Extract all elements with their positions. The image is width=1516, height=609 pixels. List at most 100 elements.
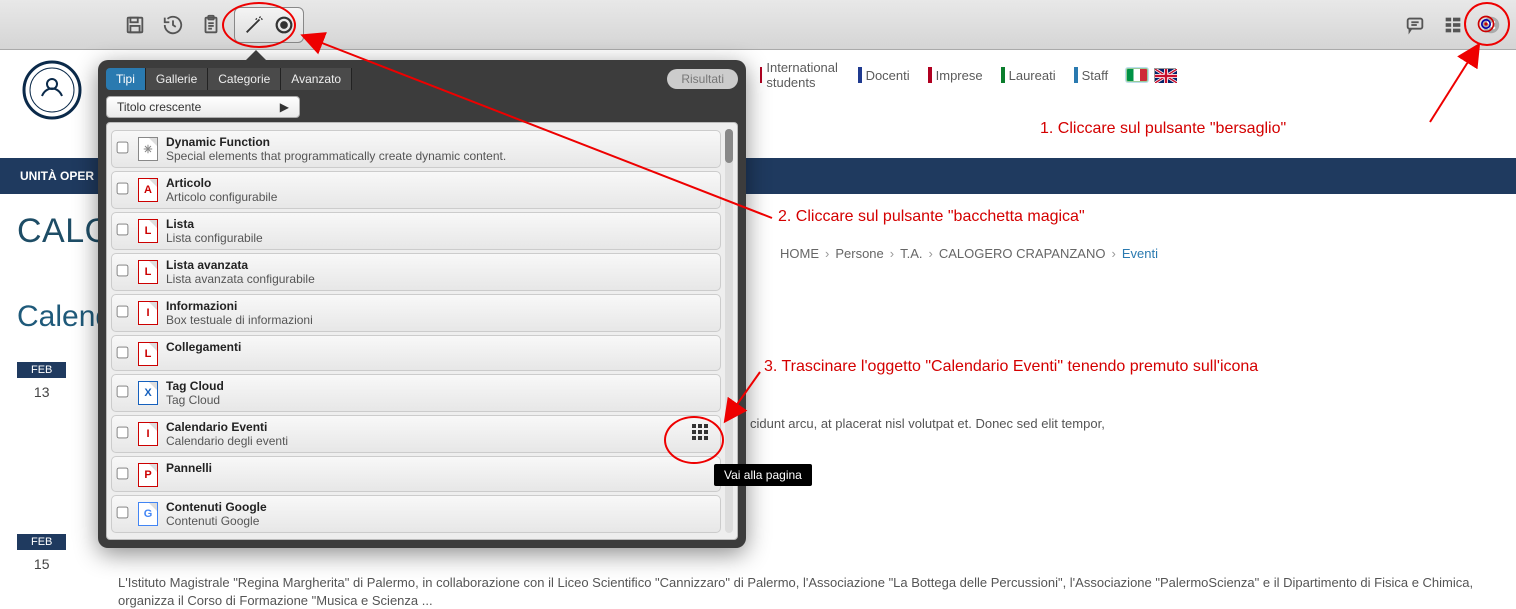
nav-item[interactable]: Imprese bbox=[928, 60, 983, 90]
row-desc: Articolo configurabile bbox=[166, 190, 712, 204]
insert-flyout: Tipi Gallerie Categorie Avanzato Risulta… bbox=[98, 60, 746, 548]
row-checkbox-wrap bbox=[116, 340, 134, 362]
row-checkbox-wrap bbox=[116, 500, 134, 522]
row-title: Contenuti Google bbox=[166, 500, 712, 514]
wand-button-group bbox=[234, 7, 304, 43]
row-text: Calendario EventiCalendario degli eventi bbox=[166, 420, 712, 448]
row-desc: Contenuti Google bbox=[166, 514, 712, 528]
row-checkbox[interactable] bbox=[117, 507, 129, 519]
type-row[interactable]: GContenuti GoogleContenuti Google bbox=[111, 495, 721, 533]
row-checkbox[interactable] bbox=[117, 427, 129, 439]
row-desc: Lista configurabile bbox=[166, 231, 712, 245]
row-text: Contenuti GoogleContenuti Google bbox=[166, 500, 712, 528]
row-text: ArticoloArticolo configurabile bbox=[166, 176, 712, 204]
tooltip: Vai alla pagina bbox=[714, 464, 812, 486]
history-icon[interactable] bbox=[158, 10, 188, 40]
nav-bar-icon bbox=[928, 67, 932, 83]
row-text: Pannelli bbox=[166, 461, 712, 475]
crumb-name[interactable]: CALOGERO CRAPANZANO bbox=[939, 246, 1106, 261]
nav-item[interactable]: Docenti bbox=[858, 60, 910, 90]
type-icon: L bbox=[138, 342, 158, 366]
row-checkbox-wrap bbox=[116, 217, 134, 239]
row-title: Lista avanzata bbox=[166, 258, 712, 272]
row-title: Pannelli bbox=[166, 461, 712, 475]
nav-item-label: Staff bbox=[1082, 68, 1109, 83]
wand-icon[interactable] bbox=[239, 10, 269, 40]
row-title: Collegamenti bbox=[166, 340, 712, 354]
row-checkbox[interactable] bbox=[117, 224, 129, 236]
flag-it-icon[interactable] bbox=[1126, 68, 1148, 82]
month-label: FEB bbox=[17, 362, 66, 378]
crumb-ta[interactable]: T.A. bbox=[900, 246, 922, 261]
type-icon: ✳ bbox=[138, 137, 158, 161]
row-desc: Box testuale di informazioni bbox=[166, 313, 712, 327]
crumb-persone[interactable]: Persone bbox=[835, 246, 883, 261]
nav-item[interactable]: International students bbox=[760, 60, 840, 90]
date-badge-1: FEB 13 bbox=[17, 362, 66, 406]
target-icon[interactable] bbox=[1468, 6, 1504, 42]
crumb-current: Eventi bbox=[1122, 246, 1158, 261]
save-icon[interactable] bbox=[120, 10, 150, 40]
tab-categorie[interactable]: Categorie bbox=[208, 68, 281, 90]
university-logo bbox=[22, 60, 82, 120]
row-text: Lista avanzataLista avanzata configurabi… bbox=[166, 258, 712, 286]
row-checkbox[interactable] bbox=[117, 265, 129, 277]
nav-item-label: Imprese bbox=[936, 68, 983, 83]
type-row[interactable]: LListaLista configurabile bbox=[111, 212, 721, 250]
clipboard-icon[interactable] bbox=[196, 10, 226, 40]
type-row[interactable]: XTag CloudTag Cloud bbox=[111, 374, 721, 412]
drag-handle-icon[interactable] bbox=[692, 424, 712, 444]
day-number: 15 bbox=[17, 550, 66, 578]
tab-tipi[interactable]: Tipi bbox=[106, 68, 146, 90]
row-checkbox[interactable] bbox=[117, 468, 129, 480]
language-flags bbox=[1126, 68, 1516, 82]
flyout-tabs: Tipi Gallerie Categorie Avanzato Risulta… bbox=[106, 68, 738, 90]
type-row[interactable]: IInformazioniBox testuale di informazion… bbox=[111, 294, 721, 332]
type-row[interactable]: A ArticoloArticolo configurabile bbox=[111, 171, 721, 209]
row-title: Articolo bbox=[166, 176, 712, 190]
row-title: Dynamic Function bbox=[166, 135, 712, 149]
sort-dropdown[interactable]: Titolo crescente ▶ bbox=[106, 96, 300, 118]
section-bar-label: UNITÀ OPER bbox=[20, 169, 94, 183]
type-icon: P bbox=[138, 463, 158, 487]
row-checkbox[interactable] bbox=[117, 183, 129, 195]
row-text: Dynamic FunctionSpecial elements that pr… bbox=[166, 135, 712, 163]
row-checkbox[interactable] bbox=[117, 306, 129, 318]
results-pill[interactable]: Risultati bbox=[667, 69, 738, 89]
type-row[interactable]: L Lista avanzataLista avanzata configurab… bbox=[111, 253, 721, 291]
type-icon: L bbox=[138, 260, 158, 284]
row-checkbox[interactable] bbox=[117, 347, 129, 359]
structure-icon[interactable] bbox=[1438, 10, 1468, 40]
row-checkbox-wrap bbox=[116, 379, 134, 401]
annotation-1: 1. Cliccare sul pulsante "bersaglio" bbox=[1040, 120, 1286, 138]
type-row[interactable]: P Pannelli bbox=[111, 456, 721, 492]
type-row[interactable]: ✳ Dynamic FunctionSpecial elements that p… bbox=[111, 130, 721, 168]
flag-uk-icon[interactable] bbox=[1154, 68, 1176, 82]
scrollbar-thumb[interactable] bbox=[725, 129, 733, 163]
tab-avanzato[interactable]: Avanzato bbox=[281, 68, 352, 90]
crumb-home[interactable]: HOME bbox=[780, 246, 819, 261]
row-checkbox-wrap bbox=[116, 135, 134, 157]
nav-item[interactable]: Staff bbox=[1074, 60, 1109, 90]
row-text: Tag CloudTag Cloud bbox=[166, 379, 712, 407]
row-checkbox[interactable] bbox=[117, 142, 129, 154]
sort-label: Titolo crescente bbox=[117, 100, 201, 114]
type-row[interactable]: L Collegamenti bbox=[111, 335, 721, 371]
publish-icon[interactable] bbox=[269, 10, 299, 40]
row-checkbox-wrap bbox=[116, 258, 134, 280]
row-checkbox-wrap bbox=[116, 176, 134, 198]
tab-gallerie[interactable]: Gallerie bbox=[146, 68, 208, 90]
row-desc: Calendario degli eventi bbox=[166, 434, 712, 448]
row-checkbox-wrap bbox=[116, 420, 134, 442]
type-row[interactable]: ICalendario EventiCalendario degli event… bbox=[111, 415, 721, 453]
type-icon: L bbox=[138, 219, 158, 243]
row-checkbox[interactable] bbox=[117, 386, 129, 398]
annotation-2: 2. Cliccare sul pulsante "bacchetta magi… bbox=[778, 208, 1085, 226]
nav-item[interactable]: Laureati bbox=[1001, 60, 1056, 90]
row-checkbox-wrap bbox=[116, 461, 134, 483]
type-icon: A bbox=[138, 178, 158, 202]
row-title: Informazioni bbox=[166, 299, 712, 313]
toolbar-left-group bbox=[120, 7, 304, 43]
top-toolbar bbox=[0, 0, 1516, 50]
comment-icon[interactable] bbox=[1400, 10, 1430, 40]
